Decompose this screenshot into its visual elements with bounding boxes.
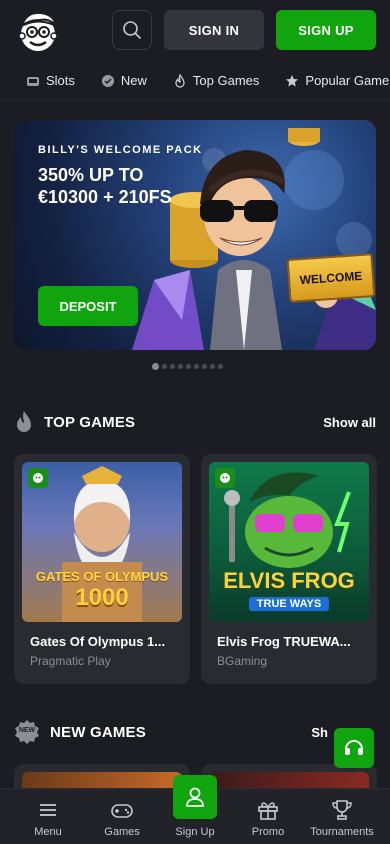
category-new[interactable]: New — [101, 73, 147, 88]
category-label: Popular Game — [305, 73, 390, 88]
section-title: NEW GAMES — [50, 723, 146, 741]
search-button[interactable] — [112, 10, 152, 50]
billy-mascot-logo[interactable] — [14, 8, 62, 54]
game-logo: GATES OF OLYMPUS 1000 — [22, 569, 182, 612]
carousel-dots — [0, 363, 382, 370]
new-badge-icon — [101, 74, 114, 87]
game-provider: BGaming — [217, 654, 268, 668]
gamepad-icon — [111, 804, 133, 818]
carousel-dot[interactable] — [169, 364, 175, 369]
nav-label: Tournaments — [310, 826, 374, 838]
carousel-dot[interactable] — [161, 364, 167, 369]
user-icon — [186, 787, 204, 807]
game-thumbnail: GATES OF OLYMPUS 1000 — [22, 462, 182, 622]
show-all-link[interactable]: Show all — [323, 415, 376, 430]
game-name: Elvis Frog TRUEWA... — [217, 634, 351, 649]
banner-headline-line: 350% UP TO — [38, 165, 144, 185]
carousel-dot[interactable] — [209, 364, 215, 369]
carousel-dot[interactable] — [151, 363, 159, 370]
sign-up-button[interactable]: SIGN UP — [276, 10, 376, 50]
category-label: New — [120, 73, 147, 88]
category-top-games[interactable]: Top Games — [173, 73, 259, 88]
show-all-link[interactable]: Sh — [311, 725, 328, 740]
game-logo-line: GATES OF OLYMPUS — [35, 569, 169, 584]
nav-sign-up[interactable]: Sign Up — [156, 775, 234, 844]
game-logo-line: TRUE WAYS — [248, 597, 330, 611]
game-badge — [28, 468, 48, 488]
page: SIGN IN SIGN UP Slots New Top Games Popu… — [0, 0, 390, 844]
game-logo-line: ELVIS FROG — [223, 568, 355, 593]
banner-headline: 350% UP TO €10300 + 210FS — [38, 164, 238, 208]
nav-menu[interactable]: Menu — [9, 789, 87, 844]
carousel-dot[interactable] — [201, 364, 207, 369]
header: SIGN IN SIGN UP — [0, 0, 390, 62]
welcome-pack-banner[interactable]: BILLY'S WELCOME PACK 350% UP TO €10300 +… — [14, 120, 376, 350]
flame-icon — [175, 73, 185, 88]
carousel-dot[interactable] — [185, 364, 191, 369]
game-badge — [215, 468, 235, 488]
support-chat-button[interactable] — [334, 728, 374, 768]
section-title: TOP GAMES — [44, 413, 136, 431]
flame-icon — [17, 411, 31, 432]
category-label: Slots — [46, 73, 75, 88]
new-games-header: NEW NEW GAMES Sh — [14, 718, 376, 746]
nav-label: Promo — [251, 826, 285, 838]
carousel-dot[interactable] — [177, 364, 183, 369]
trophy-icon — [332, 800, 352, 820]
nav-label: Sign Up — [175, 826, 215, 838]
star-icon — [286, 74, 299, 86]
game-logo-line: 1000 — [75, 584, 129, 611]
headset-icon — [345, 740, 363, 755]
mascot-badge-icon — [220, 473, 230, 483]
nav-games[interactable]: Games — [83, 789, 161, 844]
slot-machine-icon — [27, 76, 39, 86]
sign-up-fab[interactable] — [173, 775, 217, 819]
game-card[interactable]: ELVIS FROG TRUE WAYS Elvis Frog TRUEWA..… — [201, 454, 377, 684]
banner-headline-line: €10300 + 210FS — [38, 187, 172, 207]
search-icon — [123, 21, 141, 39]
game-provider: Pragmatic Play — [30, 654, 111, 668]
category-nav: Slots New Top Games Popular Game — [0, 62, 390, 100]
game-name: Gates Of Olympus 1... — [30, 634, 166, 649]
category-popular-games[interactable]: Popular Game — [285, 73, 389, 88]
category-label: Top Games — [192, 73, 260, 88]
nav-label: Games — [104, 826, 140, 838]
sign-in-button[interactable]: SIGN IN — [164, 10, 264, 50]
welcome-sign: WELCOME — [286, 253, 376, 303]
category-slots[interactable]: Slots — [26, 73, 75, 88]
top-games-header: TOP GAMES Show all — [14, 408, 376, 436]
bottom-nav: Menu Games Sign Up Promo Tournaments — [0, 775, 390, 844]
nav-promo[interactable]: Promo — [229, 789, 307, 844]
menu-icon — [40, 804, 56, 816]
nav-tournaments[interactable]: Tournaments — [303, 789, 381, 844]
new-badge-icon: NEW — [14, 719, 40, 745]
carousel-dot[interactable] — [217, 364, 223, 369]
carousel-dot[interactable] — [193, 364, 199, 369]
deposit-button[interactable]: DEPOSIT — [38, 286, 138, 326]
game-thumbnail: ELVIS FROG TRUE WAYS — [209, 462, 369, 622]
game-card[interactable]: GATES OF OLYMPUS 1000 Gates Of Olympus 1… — [14, 454, 190, 684]
gift-icon — [258, 802, 278, 820]
new-badge-text: NEW — [18, 727, 36, 734]
nav-label: Menu — [34, 826, 62, 838]
mascot-badge-icon — [33, 473, 43, 483]
banner-kicker: BILLY'S WELCOME PACK — [38, 144, 203, 156]
game-logo: ELVIS FROG TRUE WAYS — [209, 568, 369, 612]
